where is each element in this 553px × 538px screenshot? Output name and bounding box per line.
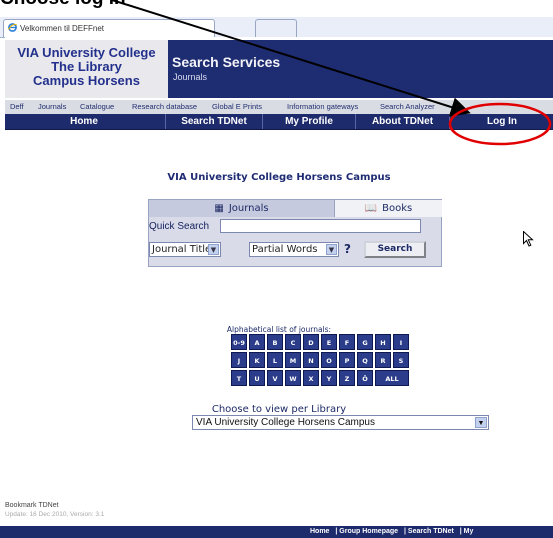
letter-n[interactable]: N	[303, 352, 319, 368]
letter-b[interactable]: B	[267, 334, 283, 350]
service-title: Search Services	[172, 54, 281, 70]
letter-g[interactable]: G	[357, 334, 373, 350]
letter-y[interactable]: Y	[321, 370, 337, 386]
logo-line-1: VIA University College	[17, 45, 156, 60]
search-button[interactable]: Search	[364, 241, 426, 258]
tab-journals-label: Journals	[228, 203, 269, 214]
library-choice-label: Choose to view per Library	[211, 404, 347, 415]
letter-j[interactable]: J	[231, 352, 247, 368]
letter-0-9[interactable]: 0-9	[231, 334, 247, 350]
nav-home[interactable]: Home	[5, 114, 163, 129]
chevron-down-icon: ▼	[475, 417, 487, 428]
ie-icon	[8, 23, 17, 32]
new-tab-button[interactable]	[255, 19, 297, 37]
logo-line-3: Campus Horsens	[33, 73, 140, 88]
letter-d[interactable]: D	[303, 334, 319, 350]
search-panel: ▦ Journals 📖 Books Quick Search Journal Ti…	[148, 199, 442, 267]
chevron-down-icon: ▼	[326, 244, 337, 255]
match-select-value: Partial Words	[252, 244, 318, 255]
letter-h[interactable]: H	[375, 334, 391, 350]
letter-v[interactable]: V	[267, 370, 283, 386]
sub-navigation: Deff Journals Catalogue Research databas…	[5, 100, 553, 114]
mouse-cursor-icon	[523, 230, 534, 251]
letter-r[interactable]: R	[375, 352, 391, 368]
match-select[interactable]: Partial Words ▼	[249, 242, 339, 257]
footer-search-tdnet[interactable]: | Search TDNet	[404, 528, 454, 535]
service-subtitle: Journals	[173, 72, 208, 82]
subnav-catalogue[interactable]: Catalogue	[80, 100, 114, 114]
nav-about-tdnet[interactable]: About TDNet	[355, 114, 449, 129]
library-select-value: VIA University College Horsens Campus	[196, 417, 375, 428]
letter-p[interactable]: P	[339, 352, 355, 368]
alphabet-label: Alphabetical list of journals:	[226, 325, 332, 334]
letter-z[interactable]: Z	[339, 370, 355, 386]
help-link[interactable]: ?	[344, 242, 351, 257]
letter-u[interactable]: U	[249, 370, 265, 386]
footer-group-homepage[interactable]: | Group Homepage	[335, 528, 398, 535]
letter-f[interactable]: F	[339, 334, 355, 350]
letter-q[interactable]: Q	[357, 352, 373, 368]
letter-e[interactable]: E	[321, 334, 337, 350]
logo-line-2: The Library	[51, 59, 122, 74]
subnav-deff[interactable]: Deff	[10, 100, 24, 114]
quick-search-label: Quick Search	[149, 221, 210, 232]
footer-my[interactable]: | My	[460, 528, 474, 535]
footer-home[interactable]: Home	[310, 528, 329, 535]
nav-my-profile[interactable]: My Profile	[262, 114, 355, 129]
field-select[interactable]: Journal Title ▼	[149, 242, 221, 257]
subnav-research-database[interactable]: Research database	[132, 100, 197, 114]
subnav-global-e-prints[interactable]: Global E Prints	[212, 100, 262, 114]
browser-tab-title: Velkommen til DEFFnet	[20, 24, 105, 33]
letter-all[interactable]: ALL	[375, 370, 409, 386]
subnav-journals[interactable]: Journals	[38, 100, 66, 114]
field-select-value: Journal Title	[152, 244, 212, 255]
main-navigation: Home Search TDNet My Profile About TDNet…	[5, 114, 553, 130]
library-select[interactable]: VIA University College Horsens Campus ▼	[192, 415, 489, 430]
letter-o-umlaut[interactable]: Ö	[357, 370, 373, 386]
tab-books-label: Books	[382, 203, 413, 214]
letter-w[interactable]: W	[285, 370, 301, 386]
bookmark-link[interactable]: Bookmark TDNet	[5, 502, 59, 509]
chevron-down-icon: ▼	[208, 244, 219, 255]
web-page: VIA University College The Library Campu…	[5, 37, 553, 538]
subnav-search-analyzer[interactable]: Search Analyzer	[380, 100, 435, 114]
letter-c[interactable]: C	[285, 334, 301, 350]
letter-x[interactable]: X	[303, 370, 319, 386]
letter-s[interactable]: S	[393, 352, 409, 368]
footer-bar: Home | Group Homepage | Search TDNet | M…	[0, 526, 553, 538]
journal-icon: ▦	[214, 203, 224, 214]
browser-tab-strip: Velkommen til DEFFnet	[0, 17, 553, 38]
header-banner: VIA University College The Library Campu…	[5, 40, 553, 98]
book-icon: 📖	[364, 203, 378, 214]
instruction-caption: Choose log in	[0, 0, 126, 10]
letter-i[interactable]: I	[393, 334, 409, 350]
browser-tab-active[interactable]: Velkommen til DEFFnet	[3, 19, 215, 37]
tab-journals[interactable]: ▦ Journals	[149, 200, 334, 217]
subnav-information-gateways[interactable]: Information gateways	[287, 100, 358, 114]
nav-log-in[interactable]: Log In	[449, 114, 553, 129]
letter-a[interactable]: A	[249, 334, 265, 350]
library-logo[interactable]: VIA University College The Library Campu…	[5, 40, 168, 98]
letter-m[interactable]: M	[285, 352, 301, 368]
letter-k[interactable]: K	[249, 352, 265, 368]
letter-o[interactable]: O	[321, 352, 337, 368]
nav-search-tdnet[interactable]: Search TDNet	[165, 114, 262, 129]
tab-books[interactable]: 📖 Books	[334, 200, 442, 217]
campus-title: VIA University College Horsens Campus	[167, 172, 391, 183]
update-info: Update: 16 Dec 2010, Version: 3.1	[5, 511, 105, 518]
letter-t[interactable]: T	[231, 370, 247, 386]
letter-l[interactable]: L	[267, 352, 283, 368]
quick-search-input[interactable]	[220, 219, 421, 233]
